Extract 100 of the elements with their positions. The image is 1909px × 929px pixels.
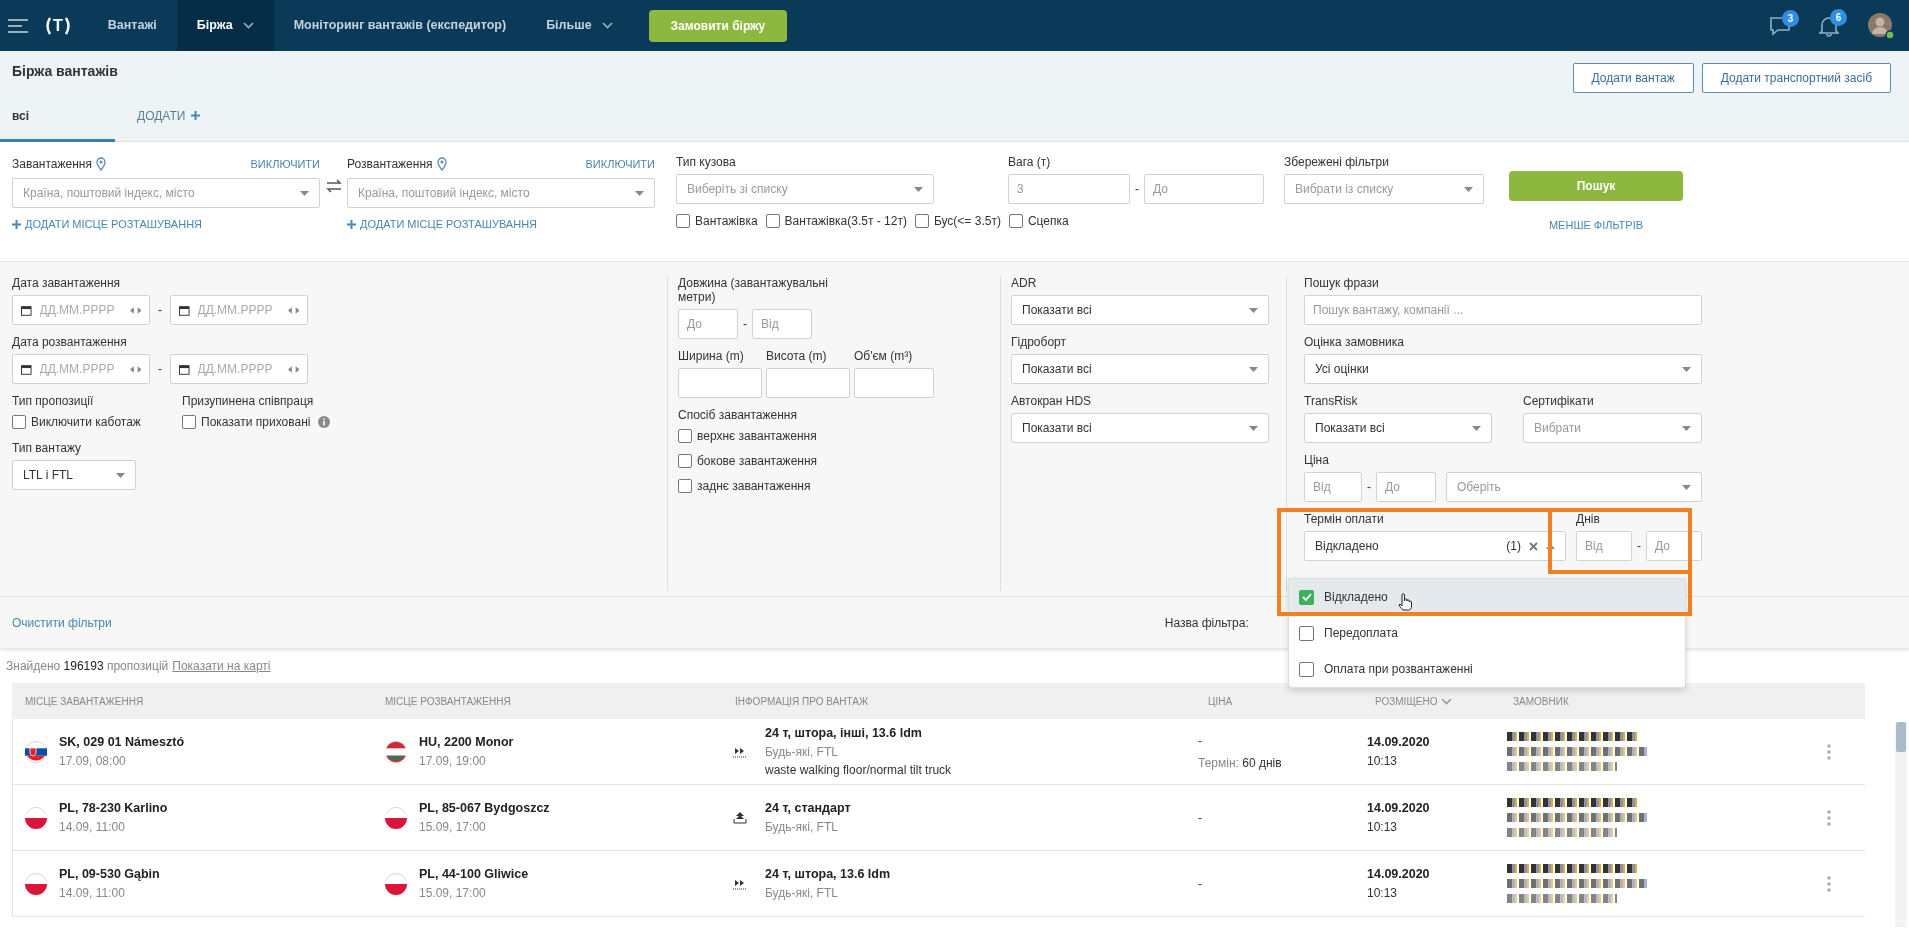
checkbox[interactable] <box>1299 589 1314 605</box>
tab[interactable]: ДОДАТИ <box>115 92 213 142</box>
clear-icon[interactable] <box>1529 541 1538 551</box>
input-field[interactable]: До <box>1144 174 1264 204</box>
exclude-link[interactable]: ВИКЛЮЧИТИ <box>585 155 655 173</box>
input-field[interactable]: До <box>1646 531 1702 561</box>
nav-item[interactable]: Більше <box>526 0 633 51</box>
map-link[interactable]: Показати на карті <box>172 656 271 675</box>
input-field[interactable]: Від <box>752 309 812 339</box>
calendar-icon <box>179 304 190 316</box>
page-title: Біржа вантажів <box>12 63 118 80</box>
input-field[interactable]: Від <box>1304 472 1362 502</box>
clear-filters-link[interactable]: Очистити фільтри <box>12 613 112 632</box>
dropdown-field[interactable]: Показати всі <box>1011 354 1269 384</box>
chat-icon[interactable] <box>1769 15 1791 36</box>
column-header[interactable]: МІСЦЕ ЗАВАНТАЖЕННЯ <box>25 693 144 709</box>
add-location-link[interactable]: ДОДАТИ МІСЦЕ РОЗТАШУВАННЯ <box>347 216 538 233</box>
dropdown-option[interactable]: Передоплата <box>1289 615 1685 651</box>
cargo-details: Будь-які, FTL <box>765 743 839 761</box>
input-field[interactable]: До <box>678 309 738 339</box>
nav-item[interactable]: Біржа <box>176 0 274 51</box>
outline-button[interactable]: Додати транспортний засіб <box>1701 62 1891 93</box>
avatar-icon[interactable] <box>1867 11 1895 40</box>
range-dash: - <box>157 302 163 319</box>
more-options-icon[interactable] <box>1826 809 1831 826</box>
cargo-note: waste walking floor/normal tilt truck <box>765 761 952 779</box>
input-field[interactable] <box>766 368 850 398</box>
caret-icon <box>1464 186 1473 192</box>
scrollbar-thumb[interactable] <box>1896 722 1906 752</box>
dropdown-field[interactable]: Оберіть <box>1446 472 1702 502</box>
dropdown-field[interactable]: Вибрати <box>1523 413 1702 443</box>
bell-icon[interactable] <box>1819 14 1839 37</box>
dropdown-option[interactable]: Оплата при розвантаженні <box>1289 651 1685 687</box>
dropdown-field[interactable]: Вибрати із списку <box>1284 174 1484 204</box>
column-header[interactable]: ІНФОРМАЦІЯ ПРО ВАНТАЖ <box>735 693 869 709</box>
notification-badge: 3 <box>1782 9 1799 27</box>
nav-item[interactable]: Моніторинг вантажів (експедитор) <box>273 0 527 51</box>
dropdown-field[interactable]: Показати всі <box>1011 295 1269 325</box>
input-field[interactable]: Від <box>1576 531 1632 561</box>
field-label: Висота (m) <box>766 349 828 363</box>
input-field[interactable] <box>678 368 762 398</box>
dropdown-field[interactable]: LTL і FTL <box>12 460 136 490</box>
nav-item[interactable]: Вантажі <box>87 0 177 51</box>
checkbox[interactable] <box>182 415 196 429</box>
exclude-link[interactable]: ВИКЛЮЧИТИ <box>250 155 320 173</box>
checkbox[interactable] <box>678 429 692 443</box>
dropdown-field[interactable]: Виберіть зі списку <box>676 174 934 204</box>
outline-button[interactable]: Додати вантаж <box>1572 62 1694 93</box>
results-count: Знайдено 196193 пропозицій <box>6 657 169 675</box>
input-field[interactable]: 3 <box>1008 174 1130 204</box>
menu-icon[interactable] <box>8 18 28 33</box>
field-label: Гідроборт <box>1011 335 1067 349</box>
caret-icon <box>1249 425 1258 431</box>
dropdown-field[interactable]: Країна, поштовий індекс, місто <box>12 178 320 208</box>
field-label: Назва фільтра: <box>1164 614 1249 632</box>
checkbox[interactable] <box>12 415 26 429</box>
field-label: Автокран HDS <box>1011 394 1093 408</box>
checkbox[interactable] <box>1299 625 1314 641</box>
add-location-link[interactable]: ДОДАТИ МІСЦЕ РОЗТАШУВАННЯ <box>12 216 203 233</box>
more-options-icon[interactable] <box>1826 875 1831 892</box>
dropdown-field[interactable]: Показати всі <box>1304 413 1492 443</box>
caret-icon <box>914 186 923 192</box>
column-header[interactable]: МІСЦЕ РОЗВАНТАЖЕННЯ <box>385 693 511 709</box>
info-icon[interactable] <box>318 416 331 428</box>
scrollbar[interactable] <box>1895 722 1907 927</box>
column-header[interactable]: ЦІНА <box>1208 693 1233 709</box>
checkbox[interactable] <box>1299 661 1314 677</box>
dropdown-option[interactable]: Відкладено <box>1289 579 1685 615</box>
checkbox[interactable] <box>676 214 690 228</box>
dropdown-field[interactable]: Усі оцінки <box>1304 354 1702 384</box>
field-label: Днів <box>1576 512 1601 526</box>
range-dash: - <box>1366 479 1372 496</box>
checkbox[interactable] <box>765 214 780 228</box>
input-field[interactable]: Пошук вантажу, компанії ... <box>1304 295 1702 325</box>
date-field[interactable]: ДД.ММ.РРРР <box>12 354 150 384</box>
checkbox[interactable] <box>678 454 692 468</box>
order-exchange-button[interactable]: Замовити біржу <box>648 9 788 42</box>
flag-icon <box>25 872 47 895</box>
logo[interactable]: T <box>44 13 72 38</box>
checkbox-label: Сцепка <box>1027 213 1069 230</box>
option-label: Відкладено <box>1324 589 1388 606</box>
checkbox[interactable] <box>914 214 929 228</box>
dropdown-field[interactable]: Показати всі <box>1011 413 1269 443</box>
dropdown-field[interactable]: Країна, поштовий індекс, місто <box>347 178 655 208</box>
column-header[interactable]: РОЗМІЩЕНО <box>1375 693 1453 709</box>
search-button[interactable]: Пошук <box>1509 171 1683 201</box>
swap-icon[interactable] <box>325 179 342 193</box>
checkbox[interactable] <box>1008 214 1023 228</box>
column-header[interactable]: ЗАМОВНИК <box>1513 693 1569 709</box>
less-filters-link[interactable]: МЕНШЕ ФІЛЬТРІВ <box>1548 217 1644 234</box>
input-field[interactable] <box>854 368 934 398</box>
input-field[interactable]: До <box>1376 472 1436 502</box>
field-label: Дата розвантаження <box>12 335 128 349</box>
date-field[interactable]: ДД.ММ.РРРР <box>170 354 308 384</box>
field-label: Тип вантажу <box>12 441 83 455</box>
date-field[interactable]: ДД.ММ.РРРР <box>170 295 308 325</box>
checkbox[interactable] <box>678 479 692 493</box>
top-loading-icon <box>733 811 747 824</box>
date-field[interactable]: ДД.ММ.РРРР <box>12 295 150 325</box>
more-options-icon[interactable] <box>1826 743 1831 760</box>
